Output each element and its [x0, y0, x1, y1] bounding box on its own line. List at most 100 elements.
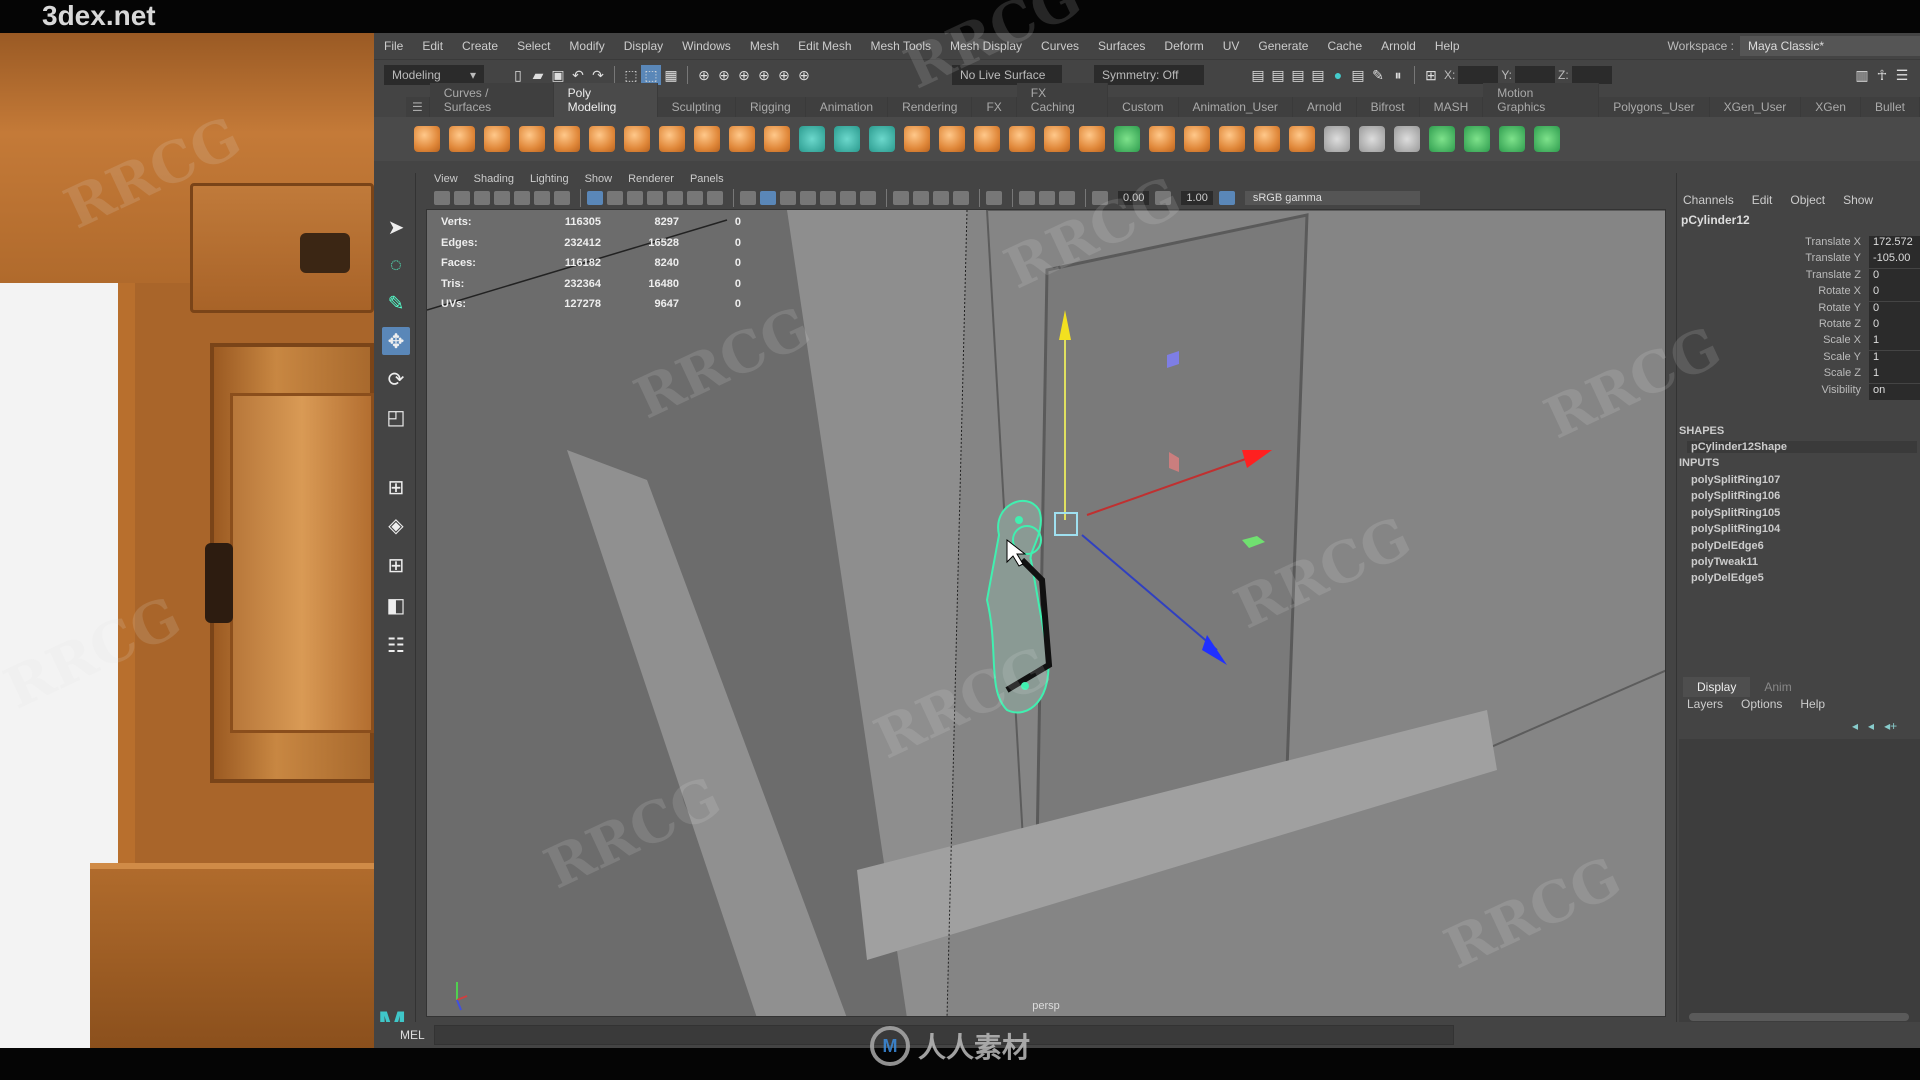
paint-select-tool-icon[interactable]: ✎: [382, 289, 410, 317]
tab-display[interactable]: Display: [1683, 677, 1751, 697]
attribute-name[interactable]: Scale Y: [1677, 351, 1869, 367]
viewport-persp[interactable]: Verts: 116305 8297 0 Edges: 232412 16528 0 Faces…: [426, 209, 1666, 1017]
mirror-icon[interactable]: [1114, 126, 1140, 152]
menu-edit-mesh[interactable]: Edit Mesh: [798, 39, 851, 53]
ipr-render-icon[interactable]: ▤: [1288, 65, 1308, 85]
panel-menu-view[interactable]: View: [434, 173, 458, 185]
render-current-frame-icon[interactable]: ▤: [1268, 65, 1288, 85]
shelf-tab-curves-surfaces[interactable]: Curves / Surfaces: [429, 83, 554, 117]
measure-icon[interactable]: [799, 126, 825, 152]
color-management-icon[interactable]: [1218, 191, 1235, 205]
textured-icon[interactable]: [820, 191, 836, 205]
attribute-value[interactable]: 0: [1869, 301, 1920, 318]
reset-transform-icon[interactable]: [834, 126, 860, 152]
snap-to-point-icon[interactable]: ⊕: [734, 65, 754, 85]
poly-cylinder-icon[interactable]: [484, 126, 510, 152]
poly-plane-icon[interactable]: [589, 126, 615, 152]
shelf-tab-motion-graphics[interactable]: Motion Graphics: [1483, 83, 1600, 117]
wireframe-icon[interactable]: [740, 191, 756, 205]
menu-create[interactable]: Create: [462, 39, 498, 53]
render-setup-icon[interactable]: ▤: [1348, 65, 1368, 85]
view-transform-dropdown[interactable]: sRGB gamma: [1244, 191, 1420, 205]
combine-icon[interactable]: [904, 126, 930, 152]
select-by-object-icon[interactable]: ⬚: [641, 65, 661, 85]
freeze-transform-icon[interactable]: [869, 126, 895, 152]
menu-display[interactable]: Display: [624, 39, 663, 53]
cb-menu-object[interactable]: Object: [1790, 193, 1825, 207]
x-input[interactable]: [1458, 66, 1499, 84]
attribute-editor-toggle-icon[interactable]: ☰: [1892, 65, 1912, 85]
select-by-component-icon[interactable]: ▦: [661, 65, 681, 85]
attribute-name[interactable]: Translate Y: [1677, 252, 1869, 268]
snap-to-surface-icon[interactable]: ⊕: [774, 65, 794, 85]
shelf-tab-fx[interactable]: FX: [972, 97, 1017, 117]
shelf-tab-bifrost[interactable]: Bifrost: [1356, 97, 1420, 117]
menu-select[interactable]: Select: [517, 39, 550, 53]
booleans-icon[interactable]: [1009, 126, 1035, 152]
input-node[interactable]: polyTweak11: [1687, 556, 1917, 568]
uv-editor-icon[interactable]: [1429, 126, 1455, 152]
shelf-tab-arnold[interactable]: Arnold: [1292, 97, 1357, 117]
open-scene-icon[interactable]: ▰: [528, 65, 548, 85]
attribute-value[interactable]: 0: [1869, 318, 1920, 334]
attribute-value[interactable]: 172.572: [1869, 236, 1920, 252]
four-view-layout-icon[interactable]: ◈: [382, 511, 410, 539]
input-node[interactable]: polySplitRing105: [1687, 507, 1917, 519]
xray-active-icon[interactable]: [1039, 191, 1055, 205]
new-scene-icon[interactable]: ▯: [508, 65, 528, 85]
lasso-tool-icon[interactable]: ◌: [382, 251, 410, 279]
attribute-name[interactable]: Rotate Y: [1677, 302, 1869, 318]
move-tool-icon[interactable]: ✥: [382, 327, 410, 355]
menu-surfaces[interactable]: Surfaces: [1098, 39, 1145, 53]
use-all-lights-icon[interactable]: [840, 191, 856, 205]
xray-icon[interactable]: [1019, 191, 1035, 205]
snap-to-view-plane-icon[interactable]: ⊕: [754, 65, 774, 85]
exposure-icon[interactable]: [1092, 191, 1108, 205]
poly-disc-icon[interactable]: [624, 126, 650, 152]
save-scene-icon[interactable]: ▣: [548, 65, 568, 85]
shelf-tab-custom[interactable]: Custom: [1108, 97, 1179, 117]
shelf-tab-bullet[interactable]: Bullet: [1860, 97, 1920, 117]
move-layer-down-icon[interactable]: ◂: [1868, 719, 1874, 733]
panel-menu-panels[interactable]: Panels: [690, 173, 724, 185]
attribute-name[interactable]: Scale X: [1677, 334, 1869, 350]
shelf-tab-poly-modeling[interactable]: Poly Modeling: [553, 83, 658, 117]
super-shape-icon[interactable]: [694, 126, 720, 152]
type-tool-icon[interactable]: [729, 126, 755, 152]
menu-arnold[interactable]: Arnold: [1381, 39, 1416, 53]
workspace-dropdown[interactable]: Maya Classic*: [1740, 36, 1920, 56]
attribute-name[interactable]: Scale Z: [1677, 367, 1869, 383]
object-name[interactable]: pCylinder12: [1681, 213, 1750, 227]
wireframe-on-shaded-icon[interactable]: [800, 191, 816, 205]
menu-file[interactable]: File: [384, 39, 403, 53]
menu-help[interactable]: Help: [1435, 39, 1460, 53]
anti-aliasing-icon[interactable]: [933, 191, 949, 205]
poly-cube-icon[interactable]: [449, 126, 475, 152]
attribute-value[interactable]: 0: [1869, 268, 1920, 285]
attribute-name[interactable]: Rotate Z: [1677, 318, 1869, 334]
snap-to-curve-icon[interactable]: ⊕: [714, 65, 734, 85]
attribute-name[interactable]: Visibility: [1677, 384, 1869, 400]
character-controls-icon[interactable]: ☥: [1872, 65, 1892, 85]
symmetry-dropdown[interactable]: Symmetry: Off: [1094, 65, 1204, 85]
shadows-icon[interactable]: [860, 191, 876, 205]
extract-icon[interactable]: [974, 126, 1000, 152]
modeling-toolkit-icon[interactable]: ▥: [1852, 65, 1872, 85]
shelf-tab-xgen[interactable]: XGen: [1801, 97, 1861, 117]
poly-sphere-icon[interactable]: [414, 126, 440, 152]
panel-menu-shading[interactable]: Shading: [474, 173, 514, 185]
persp-outliner-layout-icon[interactable]: ◧: [382, 591, 410, 619]
menu-mesh-tools[interactable]: Mesh Tools: [871, 39, 931, 53]
shelf-tab-sculpting[interactable]: Sculpting: [657, 97, 736, 117]
smooth-icon[interactable]: [1044, 126, 1070, 152]
attribute-value[interactable]: 0: [1869, 285, 1920, 302]
redo-icon[interactable]: ↷: [588, 65, 608, 85]
render-settings-icon[interactable]: ▤: [1308, 65, 1328, 85]
live-surface-field[interactable]: No Live Surface: [952, 65, 1062, 85]
screen-space-ao-icon[interactable]: [893, 191, 909, 205]
shelf-tab-fx-caching[interactable]: FX Caching: [1016, 83, 1109, 117]
select-by-hierarchy-icon[interactable]: ⬚: [621, 65, 641, 85]
auto-map-icon[interactable]: [1534, 126, 1560, 152]
z-input[interactable]: [1571, 66, 1612, 84]
move-layer-up-icon[interactable]: ◂: [1852, 719, 1858, 733]
